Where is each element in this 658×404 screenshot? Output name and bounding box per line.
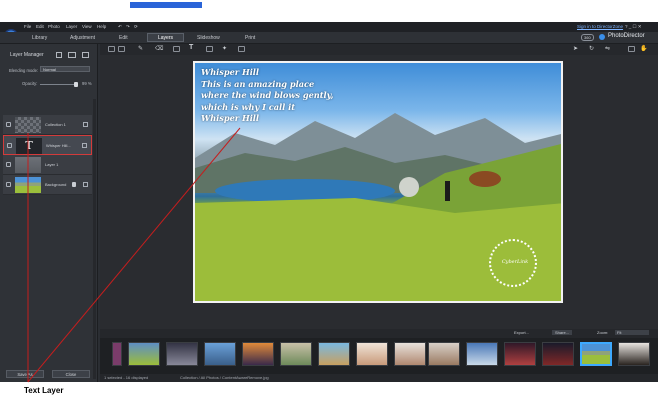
text-layer-annotation: Text Layer bbox=[24, 386, 64, 395]
screenshot-stage: File Edit Photo Layer View Help ↶ ↷ ⟳ Si… bbox=[0, 0, 658, 404]
annotation-line-to-photo-text bbox=[27, 127, 241, 383]
annotation-lines bbox=[27, 127, 241, 383]
